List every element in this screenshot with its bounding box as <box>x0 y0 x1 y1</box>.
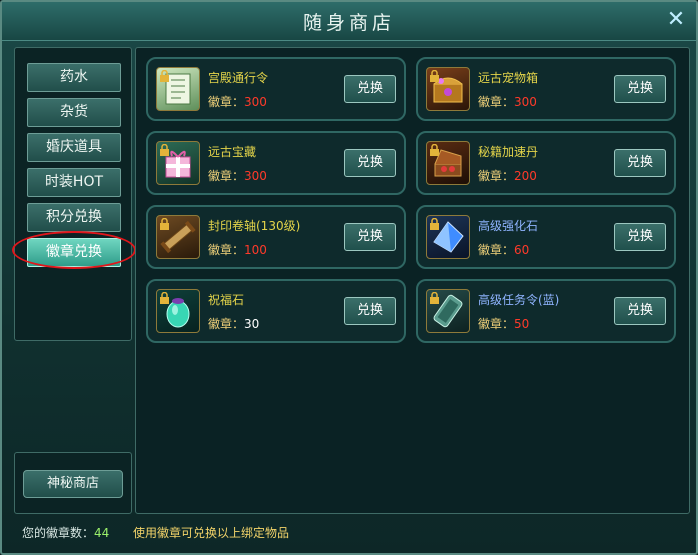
item-name: 秘籍加速丹 <box>478 145 539 159</box>
item-cost: 徽章：60 <box>478 243 530 257</box>
item-card-ancient-treasure: 远古宝藏 徽章：300 兑换 <box>146 131 406 195</box>
item-card-sealed-scroll: 封印卷轴(130级) 徽章：100 兑换 <box>146 205 406 269</box>
exchange-button[interactable]: 兑换 <box>614 223 666 251</box>
item-card-blessing-stone: 祝福石 徽章：30 兑换 <box>146 279 406 343</box>
category-sidebar: 药水 杂货 婚庆道具 时装HOT 积分兑换 徽章兑换 <box>14 47 132 341</box>
scroll-icon <box>156 67 200 111</box>
gift-box-icon <box>156 141 200 185</box>
task-token-icon <box>426 289 470 333</box>
item-name: 宫殿通行令 <box>208 71 269 85</box>
item-name: 远古宠物箱 <box>478 71 539 85</box>
tab-potions[interactable]: 药水 <box>27 63 121 92</box>
badge-count: 您的徽章数：44 <box>22 526 110 540</box>
exchange-button[interactable]: 兑换 <box>344 149 396 177</box>
close-icon[interactable]: ✕ <box>664 8 688 32</box>
sealed-scroll-icon <box>156 215 200 259</box>
item-grid: 宫殿通行令 徽章：300 兑换 远古宠物箱 徽章：300 兑换 远古宝藏 徽章：… <box>135 47 690 514</box>
item-card-advanced-enhance-stone: 高级强化石 徽章：60 兑换 <box>416 205 676 269</box>
shop-window: 随身商店 ✕ 药水 杂货 婚庆道具 时装HOT 积分兑换 徽章兑换 神秘商店 宫… <box>0 0 698 555</box>
item-name: 封印卷轴(130级) <box>208 219 301 233</box>
lock-icon <box>160 218 169 230</box>
lock-icon <box>160 144 169 156</box>
item-cost: 徽章：300 <box>208 95 267 109</box>
blue-crystal-icon <box>426 215 470 259</box>
lock-icon <box>430 70 439 82</box>
exchange-button[interactable]: 兑换 <box>344 75 396 103</box>
item-card-advanced-task-token: 高级任务令(蓝) 徽章：50 兑换 <box>416 279 676 343</box>
item-cost: 徽章：30 <box>208 317 260 331</box>
tab-badge-exchange[interactable]: 徽章兑换 <box>27 238 121 267</box>
item-cost: 徽章：200 <box>478 169 537 183</box>
exchange-button[interactable]: 兑换 <box>344 297 396 325</box>
badge-count-value: 44 <box>94 526 110 540</box>
item-card-ancient-pet-chest: 远古宠物箱 徽章：300 兑换 <box>416 57 676 121</box>
footer-note: 使用徽章可兑换以上绑定物品 <box>133 526 290 540</box>
mystery-shop-panel: 神秘商店 <box>14 452 132 514</box>
item-cost: 徽章：300 <box>208 169 267 183</box>
tab-wedding-items[interactable]: 婚庆道具 <box>27 133 121 162</box>
lock-icon <box>430 144 439 156</box>
tab-sundries[interactable]: 杂货 <box>27 98 121 127</box>
item-card-secret-book-pill: 秘籍加速丹 徽章：200 兑换 <box>416 131 676 195</box>
mystery-shop-button[interactable]: 神秘商店 <box>23 470 123 498</box>
item-name: 远古宝藏 <box>208 145 257 159</box>
exchange-button[interactable]: 兑换 <box>614 75 666 103</box>
title-bar: 随身商店 ✕ <box>2 2 696 41</box>
item-cost: 徽章：100 <box>208 243 267 257</box>
exchange-button[interactable]: 兑换 <box>614 297 666 325</box>
lock-icon <box>160 70 169 82</box>
tab-points-exchange[interactable]: 积分兑换 <box>27 203 121 232</box>
window-title: 随身商店 <box>302 12 395 34</box>
lock-icon <box>430 292 439 304</box>
lock-icon <box>160 292 169 304</box>
exchange-button[interactable]: 兑换 <box>344 223 396 251</box>
item-cost: 徽章：50 <box>478 317 530 331</box>
item-name: 祝福石 <box>208 293 245 307</box>
item-cost: 徽章：300 <box>478 95 537 109</box>
pill-box-icon <box>426 141 470 185</box>
treasure-chest-icon <box>426 67 470 111</box>
blessing-stone-icon <box>156 289 200 333</box>
exchange-button[interactable]: 兑换 <box>614 149 666 177</box>
lock-icon <box>430 218 439 230</box>
item-card-palace-pass: 宫殿通行令 徽章：300 兑换 <box>146 57 406 121</box>
item-name: 高级任务令(蓝) <box>478 293 560 307</box>
tab-fashion-hot[interactable]: 时装HOT <box>27 168 121 197</box>
item-name: 高级强化石 <box>478 219 539 233</box>
